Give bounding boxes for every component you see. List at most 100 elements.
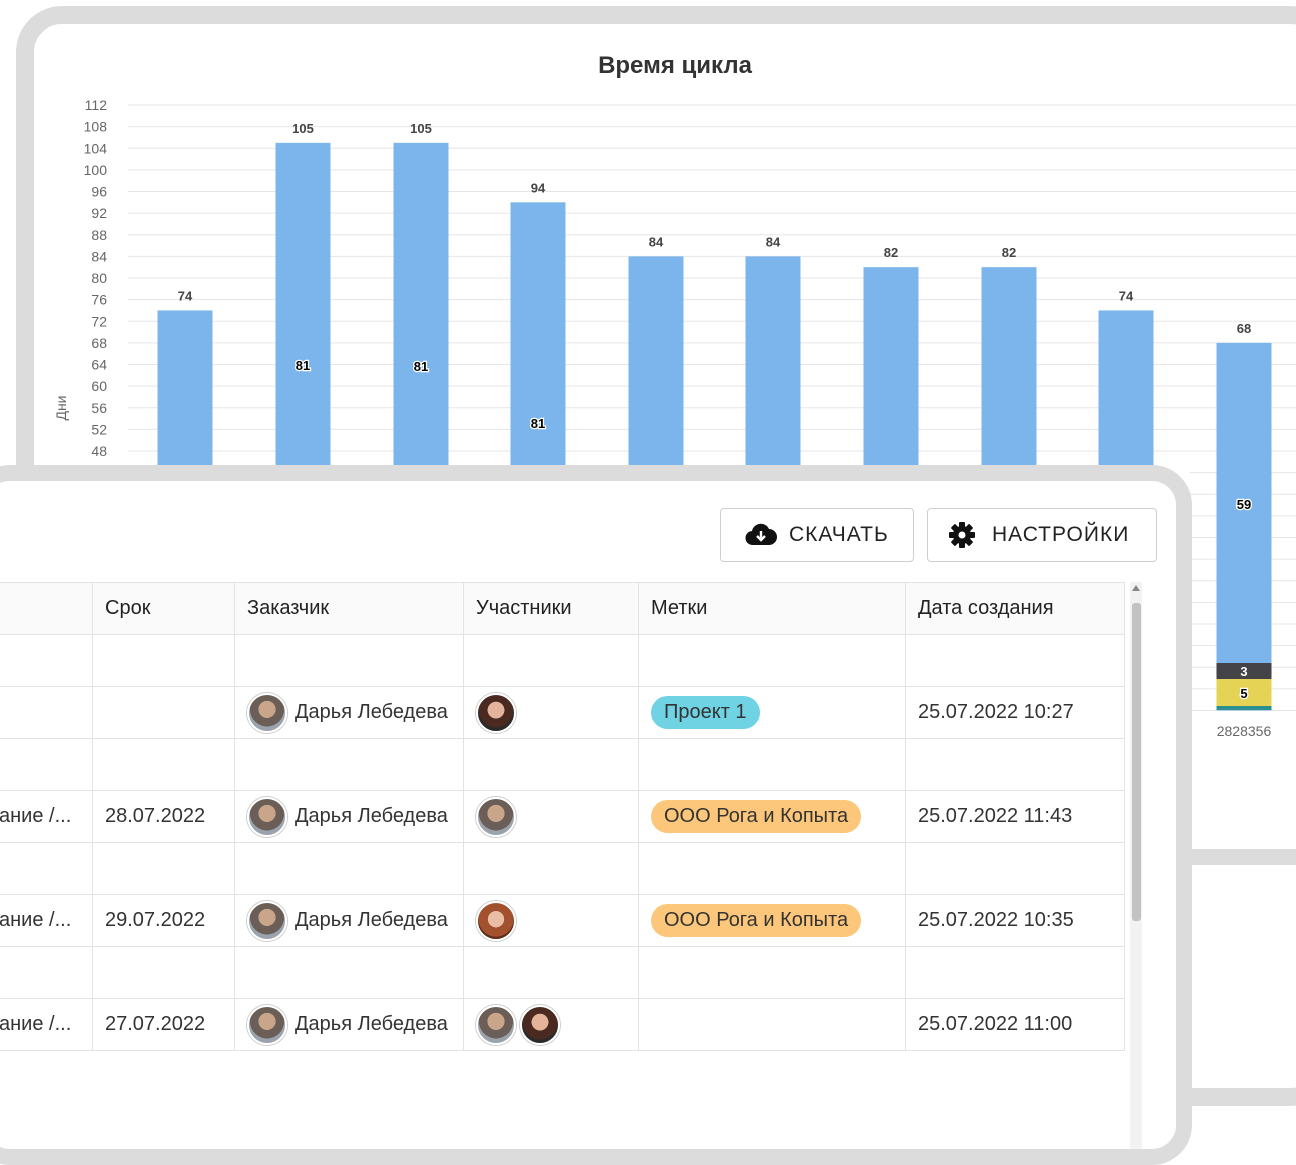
stack-label: 5: [1240, 686, 1247, 701]
customer-avatar: [247, 900, 287, 941]
cell-customer: Дарья Лебедева: [234, 790, 464, 843]
chart-title: Время цикла: [598, 52, 753, 79]
cell-title: [0, 686, 93, 739]
cell-title: ание /...: [0, 998, 93, 1051]
scroll-up-icon[interactable]: [1132, 585, 1140, 591]
x-tick-label: 2828356: [1217, 723, 1272, 739]
cell-customer: [234, 842, 464, 895]
data-label: 84: [766, 234, 781, 249]
y-tick-label: 100: [84, 162, 108, 178]
cell-customer: Дарья Лебедева: [234, 998, 464, 1051]
cell-participants: [463, 998, 639, 1051]
stack-label: 3: [1240, 664, 1247, 679]
cell-tags: [638, 738, 906, 791]
data-label: 82: [884, 245, 898, 260]
scrollbar-thumb[interactable]: [1132, 603, 1141, 921]
y-tick-label: 112: [85, 97, 108, 113]
data-label: 105: [410, 121, 432, 136]
table-row[interactable]: ание /... 27.07.2022 Дарья Лебедева 25.0…: [0, 998, 1125, 1051]
participant-avatar[interactable]: [476, 1004, 516, 1045]
table-row[interactable]: [0, 738, 1125, 791]
y-tick-label: 68: [91, 335, 107, 351]
table-row[interactable]: [0, 842, 1125, 895]
cell-title: [0, 946, 93, 999]
cell-tags: Проект 1: [638, 686, 906, 739]
cell-tags: [638, 946, 906, 999]
participant-avatar[interactable]: [520, 1004, 560, 1045]
customer-name: Дарья Лебедева: [295, 701, 448, 723]
cell-deadline: 29.07.2022: [92, 894, 235, 947]
cell-title: ание /...: [0, 790, 93, 843]
y-tick-label: 56: [91, 400, 107, 416]
cell-created: [905, 738, 1125, 791]
cell-deadline: [92, 634, 235, 687]
bar: [1216, 342, 1272, 711]
customer-avatar: [247, 796, 287, 837]
y-tick-label: 80: [91, 270, 107, 286]
inner-data-label: 81: [414, 359, 428, 374]
data-label: 84: [649, 234, 664, 249]
tag-badge[interactable]: ООО Рога и Копыта: [651, 904, 862, 937]
stack-segment: [1216, 706, 1272, 710]
tag-badge[interactable]: Проект 1: [651, 696, 760, 729]
cell-deadline: [92, 686, 235, 739]
column-header-participants[interactable]: Участники: [463, 582, 639, 635]
table-row[interactable]: [0, 634, 1125, 687]
cell-participants: [463, 790, 639, 843]
y-tick-label: 72: [91, 313, 107, 329]
cell-customer: [234, 946, 464, 999]
download-button[interactable]: СКАЧАТЬ: [720, 508, 914, 562]
cell-created: [905, 946, 1125, 999]
customer-name: Дарья Лебедева: [295, 909, 448, 931]
data-label: 94: [531, 180, 546, 195]
cell-customer: [234, 738, 464, 791]
cell-created: 25.07.2022 11:43: [905, 790, 1125, 843]
cell-customer: Дарья Лебедева: [234, 894, 464, 947]
cell-title: [0, 634, 93, 687]
column-header-customer[interactable]: Заказчик: [234, 582, 464, 635]
settings-button[interactable]: НАСТРОЙКИ: [927, 508, 1157, 562]
cloud-download-icon: [745, 522, 777, 548]
y-axis-label: Дни: [53, 395, 69, 420]
table-row[interactable]: [0, 946, 1125, 999]
column-header-tags[interactable]: Метки: [638, 582, 906, 635]
tasks-table-card: СКАЧАТЬ НАСТРОЙКИ Срок Заказчик Участник…: [0, 465, 1192, 1165]
data-label: 105: [292, 121, 314, 136]
column-header-title[interactable]: [0, 582, 93, 635]
y-tick-label: 108: [84, 119, 108, 135]
column-header-deadline[interactable]: Срок: [92, 582, 235, 635]
customer-avatar: [247, 692, 287, 733]
y-tick-label: 84: [91, 248, 107, 264]
participant-avatar[interactable]: [476, 900, 516, 941]
cell-tags: [638, 998, 906, 1051]
table-row[interactable]: Дарья Лебедева Проект 1 25.07.2022 10:27: [0, 686, 1125, 739]
column-header-created[interactable]: Дата создания: [905, 582, 1125, 635]
cell-customer: [234, 634, 464, 687]
cell-participants: [463, 634, 639, 687]
cell-created: 25.07.2022 10:27: [905, 686, 1125, 739]
tasks-table: Срок Заказчик Участники Метки Дата созда…: [0, 582, 1125, 1051]
cell-created: [905, 842, 1125, 895]
cell-participants: [463, 686, 639, 739]
cell-tags: ООО Рога и Копыта: [638, 894, 906, 947]
y-tick-label: 64: [91, 357, 107, 373]
cell-deadline: 27.07.2022: [92, 998, 235, 1051]
download-label: СКАЧАТЬ: [789, 523, 889, 546]
customer-name: Дарья Лебедева: [295, 1013, 448, 1035]
cell-title: ание /...: [0, 894, 93, 947]
data-label: 82: [1002, 245, 1016, 260]
inner-data-label: 81: [296, 358, 310, 373]
participant-avatar[interactable]: [476, 796, 516, 837]
table-row[interactable]: ание /... 29.07.2022 Дарья Лебедева ООО …: [0, 894, 1125, 947]
table-header-row: Срок Заказчик Участники Метки Дата созда…: [0, 582, 1125, 635]
cell-participants: [463, 894, 639, 947]
cell-created: 25.07.2022 10:35: [905, 894, 1125, 947]
table-row[interactable]: ание /... 28.07.2022 Дарья Лебедева ООО …: [0, 790, 1125, 843]
cell-deadline: [92, 738, 235, 791]
tag-badge[interactable]: ООО Рога и Копыта: [651, 800, 862, 833]
y-tick-label: 104: [84, 140, 108, 156]
data-label: 74: [178, 288, 193, 303]
cell-title: [0, 842, 93, 895]
participant-avatar[interactable]: [476, 692, 516, 733]
cell-deadline: 28.07.2022: [92, 790, 235, 843]
